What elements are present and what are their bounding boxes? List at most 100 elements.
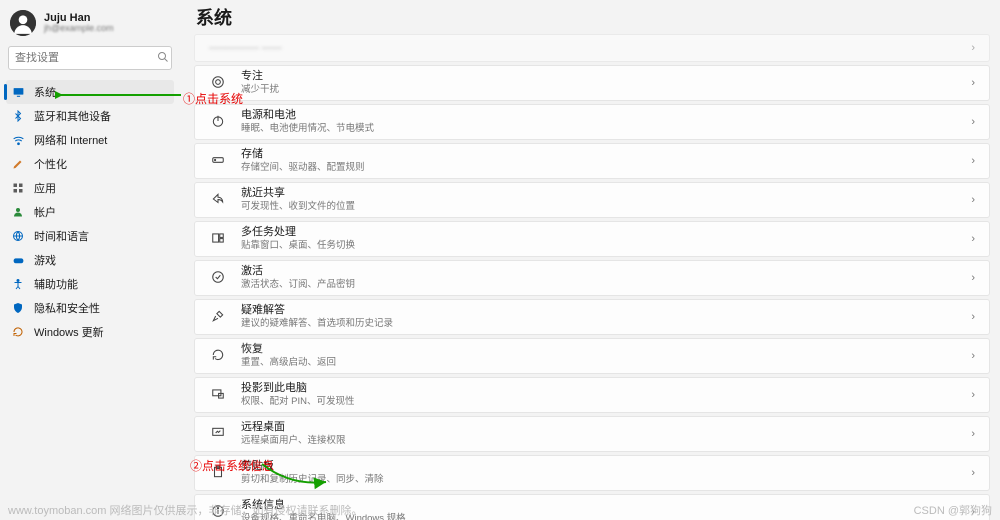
tile-title: 多任务处理 [241, 226, 355, 240]
chevron-right-icon: › [971, 311, 975, 323]
update-icon [12, 326, 26, 338]
settings-tile-partial[interactable]: --------------- ------ › [194, 34, 990, 62]
tile-title: 疑难解答 [241, 304, 393, 318]
power-icon [209, 114, 227, 131]
monitor-icon [12, 86, 26, 99]
avatar [10, 10, 36, 36]
tile-subtitle: 远程桌面用户、连接权限 [241, 435, 346, 447]
sidebar-item-brush[interactable]: 个性化 [6, 152, 174, 176]
sidebar-item-label: 应用 [34, 180, 56, 196]
apps-icon [12, 182, 26, 194]
sidebar-item-monitor[interactable]: 系统 [6, 80, 174, 104]
sidebar-item-update[interactable]: Windows 更新 [6, 320, 174, 344]
focus-icon [209, 75, 227, 92]
bluetooth-icon [12, 110, 26, 122]
settings-tile-recover[interactable]: 恢复重置、高级启动、返回 › [194, 338, 990, 374]
project-icon [209, 387, 227, 404]
nav-list: 系统蓝牙和其他设备网络和 Internet 个性化应用帐户时间和语言游戏辅助功能隐… [6, 80, 174, 344]
brush-icon [12, 158, 26, 170]
chevron-right-icon: › [971, 389, 975, 401]
settings-tile-trouble[interactable]: 疑难解答建议的疑难解答、首选项和历史记录 › [194, 299, 990, 335]
search-icon [157, 51, 169, 66]
chevron-right-icon: › [971, 350, 975, 362]
sidebar-item-label: 系统 [34, 84, 56, 100]
page-footer: www.toymoban.com 网络图片仅供展示，非存储，如有侵权请联系删除。… [0, 502, 1000, 518]
tile-subtitle: 贴靠窗口、桌面、任务切换 [241, 240, 355, 252]
share-icon [209, 192, 227, 209]
sidebar-item-wifi[interactable]: 网络和 Internet [6, 128, 174, 152]
sidebar-item-label: 时间和语言 [34, 228, 89, 244]
footer-right: CSDN @郭狗狗 [914, 502, 992, 518]
partial-row-text: --------------- ------ [209, 43, 282, 54]
footer-left: www.toymoban.com 网络图片仅供展示，非存储，如有侵权请联系删除。 [8, 502, 362, 518]
sidebar-item-label: 个性化 [34, 156, 67, 172]
search-input[interactable] [15, 52, 157, 64]
sidebar-item-label: 网络和 Internet [34, 132, 107, 148]
sidebar-item-person[interactable]: 帐户 [6, 200, 174, 224]
tile-subtitle: 权限、配对 PIN、可发现性 [241, 396, 354, 408]
access-icon [12, 278, 26, 290]
sidebar-item-label: 隐私和安全性 [34, 300, 100, 316]
tile-subtitle: 剪切和复制历史记录、同步、清除 [241, 474, 384, 486]
sidebar-item-label: 帐户 [34, 204, 56, 220]
tile-title: 就近共享 [241, 187, 355, 201]
tile-title: 恢复 [241, 343, 336, 357]
chevron-right-icon: › [971, 155, 975, 167]
sidebar: Juju Han jh@example.com 系统蓝牙和其他设备网络和 Int… [0, 0, 180, 520]
sidebar-item-label: Windows 更新 [34, 324, 104, 340]
tile-subtitle: 重置、高级启动、返回 [241, 357, 336, 369]
settings-tile-storage[interactable]: 存储存储空间、驱动器、配置规则› [194, 143, 990, 179]
game-icon [12, 254, 26, 267]
tile-title: 远程桌面 [241, 421, 346, 435]
clipboard-icon [209, 465, 227, 482]
globe-icon [12, 230, 26, 242]
chevron-right-icon: › [971, 272, 975, 284]
multitask-icon [209, 231, 227, 248]
chevron-right-icon: › [971, 77, 975, 89]
sidebar-item-game[interactable]: 游戏 [6, 248, 174, 272]
recover-icon [209, 348, 227, 365]
chevron-right-icon: › [971, 428, 975, 440]
settings-tile-activate[interactable]: 激活激活状态、订阅、产品密钥 › [194, 260, 990, 296]
sidebar-item-apps[interactable]: 应用 [6, 176, 174, 200]
tile-title: 专注 [241, 70, 279, 84]
settings-tile-remote[interactable]: 远程桌面远程桌面用户、连接权限 › [194, 416, 990, 452]
chevron-right-icon: › [971, 233, 975, 245]
tile-title: 激活 [241, 265, 355, 279]
tile-subtitle: 减少干扰 [241, 84, 279, 96]
chevron-right-icon: › [971, 42, 975, 54]
profile-block[interactable]: Juju Han jh@example.com [6, 8, 174, 46]
chevron-right-icon: › [971, 194, 975, 206]
tile-title: 存储 [241, 148, 365, 162]
settings-tile-project[interactable]: 投影到此电脑权限、配对 PIN、可发现性 › [194, 377, 990, 413]
person-icon [12, 206, 26, 218]
page-title: 系统 [194, 4, 990, 34]
sidebar-item-globe[interactable]: 时间和语言 [6, 224, 174, 248]
tile-subtitle: 睡眠、电池使用情况、节电模式 [241, 123, 374, 135]
tile-title: 剪贴板 [241, 460, 384, 474]
storage-icon [209, 153, 227, 170]
main: 系统 --------------- ------ › 专注减少干扰 › 电源和电池… [180, 0, 1000, 520]
settings-tile-multitask[interactable]: 多任务处理贴靠窗口、桌面、任务切换 › [194, 221, 990, 257]
shield-icon [12, 302, 26, 314]
settings-tile-clipboard[interactable]: 剪贴板剪切和复制历史记录、同步、清除 › [194, 455, 990, 491]
tile-subtitle: 可发现性、收到文件的位置 [241, 201, 355, 213]
remote-icon [209, 426, 227, 443]
tile-subtitle: 激活状态、订阅、产品密钥 [241, 279, 355, 291]
sidebar-item-access[interactable]: 辅助功能 [6, 272, 174, 296]
profile-email: jh@example.com [44, 24, 114, 34]
tile-list: --------------- ------ › 专注减少干扰 › 电源和电池睡眠、… [194, 34, 990, 520]
settings-tile-focus[interactable]: 专注减少干扰 › [194, 65, 990, 101]
tile-subtitle: 建议的疑难解答、首选项和历史记录 [241, 318, 393, 330]
search-box[interactable] [8, 46, 172, 70]
sidebar-item-label: 蓝牙和其他设备 [34, 108, 111, 124]
trouble-icon [209, 309, 227, 326]
sidebar-item-label: 辅助功能 [34, 276, 78, 292]
tile-title: 投影到此电脑 [241, 382, 354, 396]
settings-tile-power[interactable]: 电源和电池睡眠、电池使用情况、节电模式› [194, 104, 990, 140]
sidebar-item-bluetooth[interactable]: 蓝牙和其他设备 [6, 104, 174, 128]
sidebar-item-shield[interactable]: 隐私和安全性 [6, 296, 174, 320]
chevron-right-icon: › [971, 467, 975, 479]
settings-tile-share[interactable]: 就近共享可发现性、收到文件的位置 › [194, 182, 990, 218]
activate-icon [209, 270, 227, 287]
